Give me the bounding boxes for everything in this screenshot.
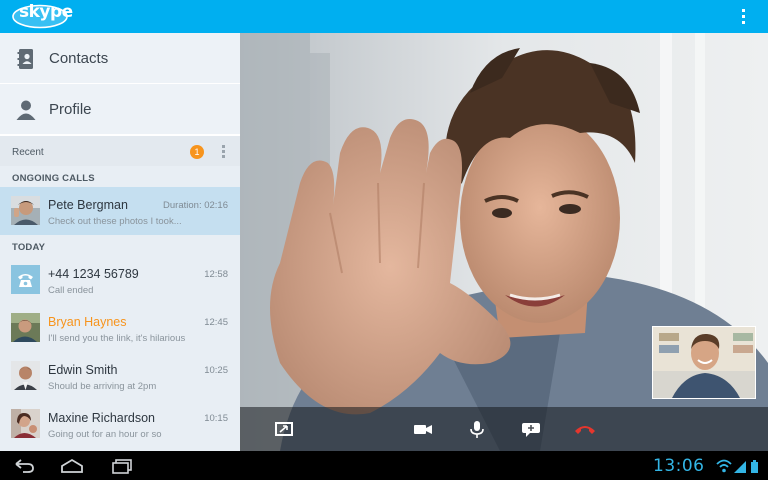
list-item[interactable]: Edwin Smith 10:25 Should be arriving at … [0,352,240,400]
list-item[interactable]: Pete Bergman Duration: 02:16 Check out t… [0,187,240,235]
call-time: 12:45 [204,317,228,328]
self-view-preview[interactable] [652,326,756,399]
message-preview: Check out these photos I took... [48,216,182,227]
call-time: 12:58 [204,269,228,280]
status-icons [716,459,758,473]
avatar [11,361,40,390]
video-feed [240,33,768,451]
home-icon[interactable] [60,458,84,474]
call-time: 10:15 [204,413,228,424]
video-camera-icon[interactable] [413,419,433,439]
avatar [11,409,40,438]
message-preview: Call ended [48,285,94,296]
recent-count-badge: 1 [190,145,204,159]
contact-name: +44 1234 56789 [48,267,139,281]
message-preview: Should be arriving at 2pm [48,381,157,392]
recent-menu-icon[interactable] [222,145,225,160]
list-item[interactable]: Maxine Richardson 10:15 Going out for an… [0,400,240,448]
logo-text: skype [19,2,73,22]
sidebar: Contacts Profile Recent 1 ONGOING CALLS … [0,33,240,451]
microphone-icon[interactable] [467,419,487,439]
contact-name: Bryan Haynes [48,315,127,329]
profile-person-icon [16,100,36,120]
nav-contacts[interactable]: Contacts [0,33,240,84]
app-bar: skype [0,0,768,33]
message-preview: Going out for an hour or so [48,429,162,440]
list-item[interactable]: +44 1234 56789 12:58 Call ended [0,256,240,304]
message-preview: I'll send you the link, it's hilarious [48,333,186,344]
fullscreen-toggle-icon[interactable] [274,419,294,439]
recent-apps-icon[interactable] [110,458,134,474]
chat-bubble-icon[interactable] [521,419,541,439]
self-view-image [653,327,755,398]
nav-profile-label: Profile [49,101,92,118]
recent-header[interactable]: Recent 1 [0,135,240,166]
contact-name: Edwin Smith [48,363,118,377]
avatar [11,313,40,342]
section-title-today: TODAY [12,242,46,253]
nav-profile[interactable]: Profile [0,84,240,135]
contacts-book-icon [17,49,33,69]
avatar [11,196,40,225]
signal-icon [734,461,746,473]
back-icon[interactable] [12,458,36,474]
section-title-ongoing: ONGOING CALLS [12,173,95,184]
call-duration: Duration: 02:16 [163,200,228,211]
system-clock: 13:06 [653,456,705,476]
overflow-menu-icon[interactable] [742,9,746,25]
end-call-icon[interactable] [574,419,596,439]
call-controls-bar [240,407,768,451]
contact-name: Maxine Richardson [48,411,155,425]
wifi-icon [716,459,732,473]
phone-number-avatar [11,265,40,294]
system-navigation-bar: 13:06 [0,451,768,480]
contact-name: Pete Bergman [48,198,128,212]
list-item[interactable]: Bryan Haynes 12:45 I'll send you the lin… [0,304,240,352]
nav-contacts-label: Contacts [49,50,109,67]
recent-label: Recent [12,147,44,158]
call-time: 10:25 [204,365,228,376]
battery-icon [751,460,758,473]
